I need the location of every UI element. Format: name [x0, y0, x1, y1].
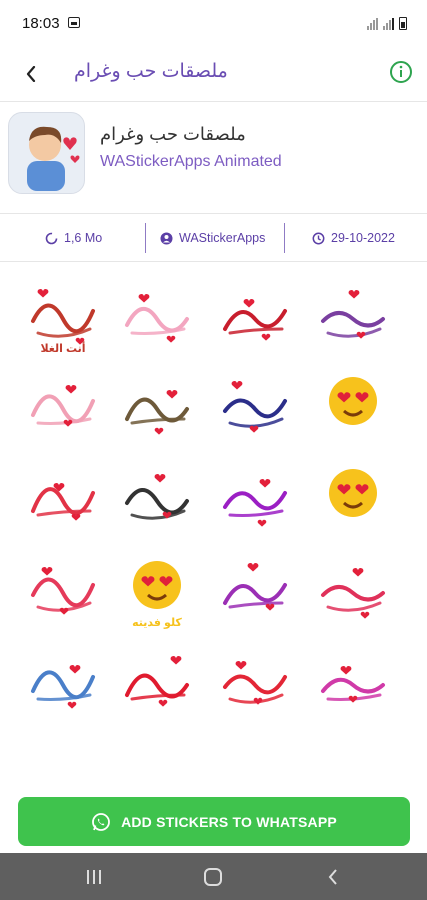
sticker-art: [223, 661, 287, 705]
back-nav-button[interactable]: [318, 863, 348, 890]
pack-size-value: 1,6 Mo: [64, 231, 103, 245]
back-button[interactable]: [18, 61, 44, 87]
sticker-item[interactable]: [210, 545, 300, 631]
person-icon: [160, 232, 173, 244]
recents-icon: [87, 869, 101, 884]
signal-icon-2: [383, 18, 394, 30]
sticker-item[interactable]: [308, 545, 398, 631]
sticker-item[interactable]: [18, 453, 108, 539]
pack-header: ملصقات حب وغرام WAStickerApps Animated: [0, 102, 427, 214]
sticker-item[interactable]: [308, 271, 398, 357]
pack-author-value: WAStickerApps: [179, 231, 266, 245]
pack-thumbnail: [8, 112, 85, 194]
recents-button[interactable]: [79, 863, 109, 890]
storage-icon: [45, 232, 58, 244]
sticker-item[interactable]: [210, 361, 300, 447]
meta-divider: [284, 223, 285, 253]
sticker-item[interactable]: [112, 361, 202, 447]
clock-icon: [312, 232, 325, 244]
sticker-item[interactable]: أنت الغلا: [18, 271, 108, 357]
pack-date: 29-10-2022: [312, 214, 395, 262]
sticker-item[interactable]: [210, 637, 300, 723]
sticker-art: [321, 568, 385, 619]
image-notification-icon: [68, 17, 80, 28]
sticker-art: [329, 469, 377, 517]
add-stickers-button[interactable]: ADD STICKERS TO WHATSAPP: [18, 797, 410, 846]
sticker-art: [321, 290, 385, 339]
battery-icon: [399, 17, 407, 30]
status-bar: 18:03: [0, 0, 427, 50]
meta-divider: [145, 223, 146, 253]
signal-icon: [367, 18, 378, 30]
app-bar: ملصقات حب وغرام: [0, 50, 427, 102]
sticker-item[interactable]: [18, 637, 108, 723]
arrow-back-icon: [26, 66, 36, 82]
pack-name: ملصقات حب وغرام: [100, 124, 246, 144]
sticker-item[interactable]: [210, 453, 300, 539]
sticker-art: [329, 377, 377, 425]
sticker-art: [125, 656, 189, 707]
status-time: 18:03: [22, 15, 60, 32]
sticker-item[interactable]: [112, 271, 202, 357]
status-icons: [367, 16, 407, 30]
pack-date-value: 29-10-2022: [331, 231, 395, 245]
sticker-grid: أنت الغلا كلو فديته: [0, 263, 427, 723]
sticker-item[interactable]: [112, 453, 202, 539]
sticker-item[interactable]: [308, 637, 398, 723]
back-nav-icon: [328, 868, 337, 885]
sticker-art: [31, 567, 95, 615]
system-nav-bar: [0, 853, 427, 900]
sticker-item[interactable]: [308, 361, 398, 447]
sticker-art: [125, 390, 189, 435]
sticker-item[interactable]: [112, 637, 202, 723]
sticker-art: [125, 474, 189, 520]
sticker-art: [321, 666, 385, 703]
sticker-art: [223, 479, 287, 527]
pack-size: 1,6 Mo: [45, 214, 102, 262]
pack-author: WAStickerApps: [160, 214, 265, 262]
sticker-art: [223, 299, 287, 341]
sticker-art: [31, 483, 95, 521]
add-stickers-label: ADD STICKERS TO WHATSAPP: [121, 813, 337, 830]
page-title: ملصقات حب وغرام: [74, 61, 228, 82]
whatsapp-icon: [92, 812, 110, 831]
sticker-caption: كلو فديته: [132, 617, 182, 629]
sticker-art: [223, 563, 287, 611]
sticker-item[interactable]: [18, 545, 108, 631]
sticker-art: [31, 665, 95, 709]
home-icon: [204, 867, 222, 886]
sticker-item[interactable]: [308, 453, 398, 539]
sticker-art: [223, 381, 287, 433]
sticker-art: [125, 294, 189, 343]
sticker-item[interactable]: [18, 361, 108, 447]
sticker-art: [31, 385, 95, 427]
sticker-item[interactable]: كلو فديته: [112, 545, 202, 631]
pack-meta-bar: 1,6 Mo WAStickerApps 29-10-2022: [0, 214, 427, 262]
home-button[interactable]: [198, 863, 228, 890]
sticker-caption: أنت الغلا: [40, 343, 86, 355]
info-icon[interactable]: [389, 60, 413, 84]
pack-publisher: WAStickerApps Animated: [100, 153, 282, 170]
sticker-item[interactable]: [210, 271, 300, 357]
